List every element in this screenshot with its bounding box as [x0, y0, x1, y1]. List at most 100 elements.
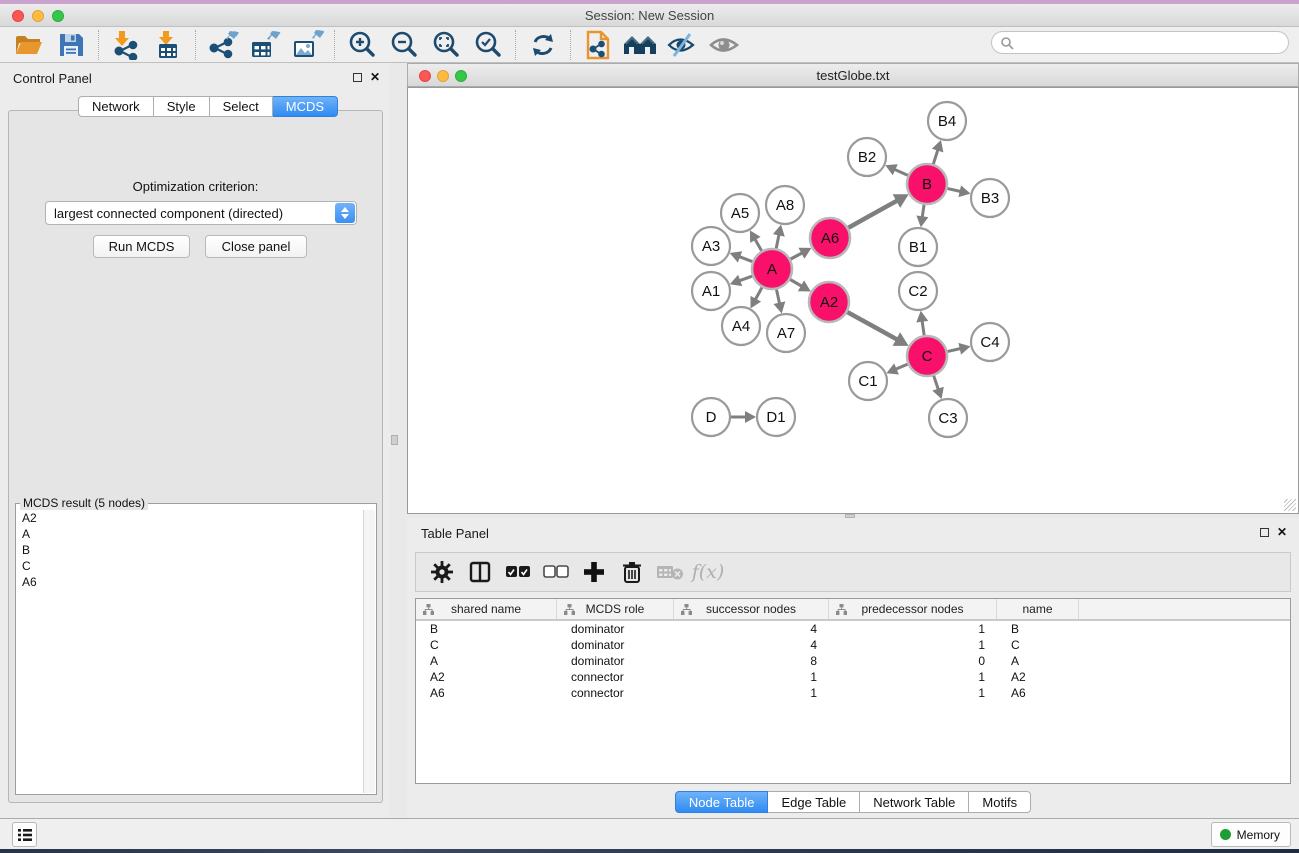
- criterion-dropdown[interactable]: largest connected component (directed): [45, 201, 357, 225]
- network-node-c[interactable]: C: [907, 336, 947, 376]
- float-panel-icon[interactable]: [1260, 528, 1269, 537]
- splitter-handle[interactable]: [391, 435, 398, 445]
- table-row[interactable]: A6connector11A6: [416, 685, 1290, 701]
- show-tasks-button[interactable]: [12, 822, 37, 847]
- search-input[interactable]: [1018, 36, 1288, 50]
- export-table-button[interactable]: [244, 28, 286, 62]
- network-edge[interactable]: [847, 312, 898, 340]
- resize-grip-icon[interactable]: [1284, 499, 1296, 511]
- tab-node-table[interactable]: Node Table: [675, 791, 769, 813]
- zoom-in-button[interactable]: [341, 28, 383, 62]
- network-node-a1[interactable]: A1: [692, 272, 730, 310]
- node-table: shared nameMCDS rolesuccessor nodesprede…: [415, 598, 1291, 784]
- network-node-a8[interactable]: A8: [766, 186, 804, 224]
- column-header-successor-nodes[interactable]: successor nodes: [674, 599, 829, 619]
- network-node-c4[interactable]: C4: [971, 323, 1009, 361]
- network-node-a5[interactable]: A5: [721, 194, 759, 232]
- network-edge[interactable]: [947, 349, 961, 352]
- close-panel-icon[interactable]: [370, 70, 380, 84]
- tab-network-table[interactable]: Network Table: [860, 791, 969, 813]
- network-node-c3[interactable]: C3: [929, 399, 967, 437]
- network-node-c1[interactable]: C1: [849, 362, 887, 400]
- network-edge[interactable]: [847, 201, 897, 229]
- network-edge[interactable]: [896, 364, 909, 369]
- table-row[interactable]: Adominator80A: [416, 653, 1290, 669]
- network-edge[interactable]: [947, 188, 961, 191]
- apply-function-button[interactable]: f(x): [692, 556, 724, 588]
- deselect-all-button[interactable]: [540, 556, 572, 588]
- delete-row-button[interactable]: [616, 556, 648, 588]
- tab-select[interactable]: Select: [210, 96, 273, 117]
- network-edge[interactable]: [776, 234, 779, 249]
- column-header-mcds-role[interactable]: MCDS role: [557, 599, 674, 619]
- network-node-b3[interactable]: B3: [971, 179, 1009, 217]
- table-row[interactable]: Bdominator41B: [416, 621, 1290, 637]
- export-network-button[interactable]: [202, 28, 244, 62]
- table-cell: 1: [829, 621, 997, 637]
- zoom-selected-button[interactable]: [467, 28, 509, 62]
- table-row[interactable]: A2connector11A2: [416, 669, 1290, 685]
- network-edge[interactable]: [755, 287, 762, 300]
- network-node-a4[interactable]: A4: [722, 307, 760, 345]
- network-node-d[interactable]: D: [692, 398, 730, 436]
- table-row[interactable]: Cdominator41C: [416, 637, 1290, 653]
- hide-details-button[interactable]: [661, 28, 703, 62]
- network-edge[interactable]: [790, 253, 803, 260]
- network-edge[interactable]: [755, 239, 762, 252]
- delete-table-button[interactable]: [654, 556, 686, 588]
- network-node-d1[interactable]: D1: [757, 398, 795, 436]
- network-node-a[interactable]: A: [752, 249, 792, 289]
- network-node-a2[interactable]: A2: [809, 282, 849, 322]
- open-session-button[interactable]: [8, 28, 50, 62]
- column-header-shared-name[interactable]: shared name: [416, 599, 557, 619]
- network-node-a3[interactable]: A3: [692, 227, 730, 265]
- show-details-button[interactable]: [703, 28, 745, 62]
- column-header-predecessor-nodes[interactable]: predecessor nodes: [829, 599, 997, 619]
- tab-motifs[interactable]: Motifs: [969, 791, 1031, 813]
- network-edge[interactable]: [739, 257, 753, 262]
- close-panel-icon[interactable]: [1277, 525, 1287, 539]
- column-header-name[interactable]: name: [997, 599, 1079, 619]
- close-panel-button[interactable]: Close panel: [205, 235, 307, 258]
- import-network-button[interactable]: [105, 28, 147, 62]
- float-panel-icon[interactable]: [353, 73, 362, 82]
- tab-style[interactable]: Style: [154, 96, 210, 117]
- zoom-out-button[interactable]: [383, 28, 425, 62]
- export-image-button[interactable]: [286, 28, 328, 62]
- shared-column-icon: [681, 604, 692, 615]
- network-canvas[interactable]: A A1 A2 A3 A4 A5 A6 A7 A8 B B1 B2 B3 B4 C C1 C2 C3C4 D D1: [407, 87, 1299, 514]
- network-edge[interactable]: [922, 204, 924, 218]
- search-field[interactable]: [991, 31, 1289, 54]
- import-table-button[interactable]: [147, 28, 189, 62]
- network-edge[interactable]: [789, 279, 802, 286]
- vertical-splitter[interactable]: [390, 63, 407, 818]
- network-node-a7[interactable]: A7: [767, 314, 805, 352]
- network-node-b4[interactable]: B4: [928, 102, 966, 140]
- network-edge[interactable]: [739, 276, 753, 281]
- run-mcds-button[interactable]: Run MCDS: [93, 235, 190, 258]
- network-node-b2[interactable]: B2: [848, 138, 886, 176]
- network-overview-button[interactable]: [619, 28, 661, 62]
- zoom-fit-button[interactable]: [425, 28, 467, 62]
- tab-network[interactable]: Network: [78, 96, 154, 117]
- tab-mcds[interactable]: MCDS: [273, 96, 338, 117]
- network-edge[interactable]: [776, 289, 779, 304]
- network-edge[interactable]: [894, 169, 908, 175]
- network-edge[interactable]: [933, 375, 938, 390]
- refresh-button[interactable]: [522, 28, 564, 62]
- network-edge[interactable]: [933, 150, 938, 165]
- column-settings-button[interactable]: [426, 556, 458, 588]
- result-scrollbar[interactable]: [363, 510, 375, 793]
- save-session-button[interactable]: [50, 28, 92, 62]
- memory-button[interactable]: Memory: [1211, 822, 1291, 847]
- network-node-b[interactable]: B: [907, 164, 947, 204]
- network-node-b1[interactable]: B1: [899, 228, 937, 266]
- add-row-button[interactable]: [578, 556, 610, 588]
- network-edge[interactable]: [922, 321, 924, 336]
- network-document-button[interactable]: [577, 28, 619, 62]
- network-node-c2[interactable]: C2: [899, 272, 937, 310]
- show-columns-button[interactable]: [464, 556, 496, 588]
- tab-edge-table[interactable]: Edge Table: [768, 791, 860, 813]
- network-node-a6[interactable]: A6: [810, 218, 850, 258]
- select-all-button[interactable]: [502, 556, 534, 588]
